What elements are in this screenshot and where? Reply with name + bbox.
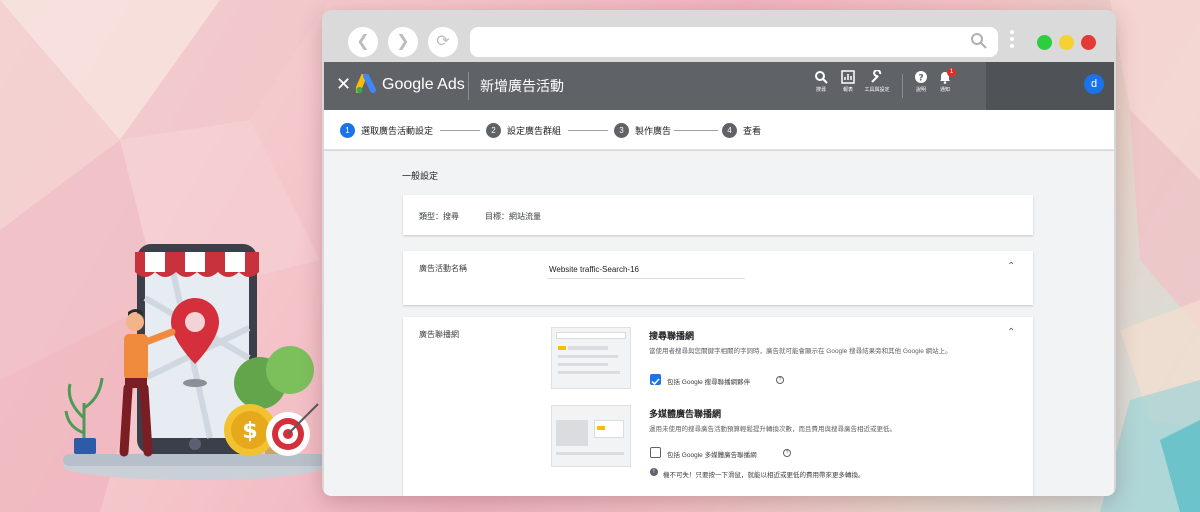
step-number: 1 (340, 122, 355, 138)
window-green-dot[interactable] (1037, 35, 1052, 50)
main-content: 一般設定 類型：搜尋 目標：網站流量 廣告活動名稱 Website traffi… (324, 151, 1114, 496)
search-network-title: 搜尋聯播網 (649, 331, 695, 341)
step-number: 4 (722, 122, 737, 138)
campaign-goal: 目標：網站流量 (485, 212, 541, 221)
step-campaign-settings[interactable]: 1 選取廣告活動設定 (340, 122, 433, 138)
marketing-illustration: $ (63, 244, 328, 480)
window-yellow-dot[interactable] (1059, 35, 1074, 50)
chevron-up-icon[interactable]: ⌃ (1007, 327, 1015, 338)
tool-label: 通知 (939, 87, 950, 93)
tools-settings[interactable]: 工具與設定 (860, 70, 894, 93)
search-icon (815, 71, 828, 84)
menu-icon[interactable] (1010, 30, 1016, 51)
close-icon[interactable]: ✕ (336, 74, 351, 95)
search-icon[interactable] (970, 32, 988, 50)
search-partners-checkbox[interactable] (650, 374, 661, 386)
browser-chrome: ❮ ❯ ⟳ (322, 10, 1116, 62)
display-network-checkbox[interactable] (650, 447, 661, 458)
google-ads-logo (356, 74, 376, 93)
page-title: 新增廣告活動 (480, 78, 564, 94)
display-network-description: 運用未使用的搜尋廣告活動預算輕鬆提升轉換次數，而且費用與搜尋廣告相近或更低。 (649, 426, 896, 433)
chevron-up-icon[interactable]: ⌃ (1007, 261, 1015, 272)
search-network-description: 當使用者搜尋與您關鍵字相關的字詞時，廣告就可能會顯示在 Google 搜尋結果旁… (649, 348, 952, 355)
help-icon: ? (915, 71, 927, 84)
section-title: 一般設定 (402, 171, 439, 181)
campaign-name-card: 廣告活動名稱 Website traffic-Search-16 ⌃ (403, 251, 1033, 305)
step-label: 設定廣告群組 (507, 125, 562, 136)
campaign-name-label: 廣告活動名稱 (419, 264, 467, 273)
arrow-left-icon[interactable]: ❮ (348, 27, 378, 57)
header-divider (468, 72, 469, 100)
tool-label: 工具與設定 (864, 87, 890, 93)
address-bar[interactable] (470, 27, 998, 57)
step-number: 2 (486, 122, 501, 138)
browser-window: ❮ ❯ ⟳ ✕ Google Ads 新增廣告活動 搜尋 報表 工具與設定 ? … (322, 10, 1116, 496)
step-connector (674, 130, 718, 131)
help-icon[interactable]: ? (783, 449, 791, 457)
search-network-thumbnail (551, 327, 631, 389)
avatar[interactable]: d (1084, 74, 1104, 94)
tool-label: 報表 (842, 87, 853, 93)
reload-icon[interactable]: ⟳ (428, 27, 458, 57)
window-red-dot[interactable] (1081, 35, 1096, 50)
search-partners-label: 包括 Google 搜尋聯播網夥伴 (667, 379, 751, 386)
tool-divider (902, 74, 903, 98)
notification-badge: 1 (947, 68, 956, 77)
display-network-title: 多媒體廣告聯播網 (649, 409, 722, 419)
step-number: 3 (614, 122, 629, 138)
campaign-stepper: 1 選取廣告活動設定 2 設定廣告群組 3 製作廣告 4 查看 (324, 110, 1114, 150)
svg-text:?: ? (918, 74, 923, 84)
checkmark-icon (651, 378, 660, 386)
display-network-tip: 機不可失！只要按一下滑鼠，就能以相近或更低的費用帶來更多轉換。 (663, 472, 865, 479)
arrow-right-icon[interactable]: ❯ (388, 27, 418, 57)
campaign-type: 類型：搜尋 (419, 212, 459, 221)
help-icon[interactable]: ? (776, 376, 784, 384)
campaign-name-value: Website traffic-Search-16 (549, 265, 639, 274)
step-create-ads[interactable]: 3 製作廣告 (614, 122, 671, 138)
wrench-icon (871, 70, 882, 83)
brand-name: Google Ads (382, 76, 465, 93)
ads-header: ✕ Google Ads 新增廣告活動 搜尋 報表 工具與設定 ? 說明 通知 (324, 62, 1114, 110)
display-network-thumbnail (551, 405, 631, 467)
networks-label: 廣告聯播網 (419, 330, 459, 339)
tool-label: 搜尋 (815, 87, 826, 93)
step-label: 查看 (743, 125, 762, 136)
campaign-name-input[interactable]: Website traffic-Search-16 (547, 261, 745, 279)
step-label: 選取廣告活動設定 (361, 125, 434, 136)
display-network-label: 包括 Google 多媒體廣告聯播網 (667, 452, 757, 459)
svg-text:$: $ (242, 419, 257, 444)
report-icon (841, 70, 855, 84)
step-connector (440, 130, 480, 131)
step-connector (568, 130, 608, 131)
notifications-tool[interactable]: 通知 (928, 70, 962, 93)
step-ad-group[interactable]: 2 設定廣告群組 (486, 122, 561, 138)
tool-label: 說明 (915, 87, 926, 93)
networks-card: 廣告聯播網 ⌃ 搜尋聯播網 當使用者搜尋與您關鍵字相關的字詞時，廣告就可能會顯示… (403, 317, 1033, 496)
step-review[interactable]: 4 查看 (722, 122, 761, 138)
general-settings-card: 類型：搜尋 目標：網站流量 (403, 195, 1033, 235)
step-label: 製作廣告 (635, 125, 672, 136)
info-icon: ! (650, 468, 658, 476)
